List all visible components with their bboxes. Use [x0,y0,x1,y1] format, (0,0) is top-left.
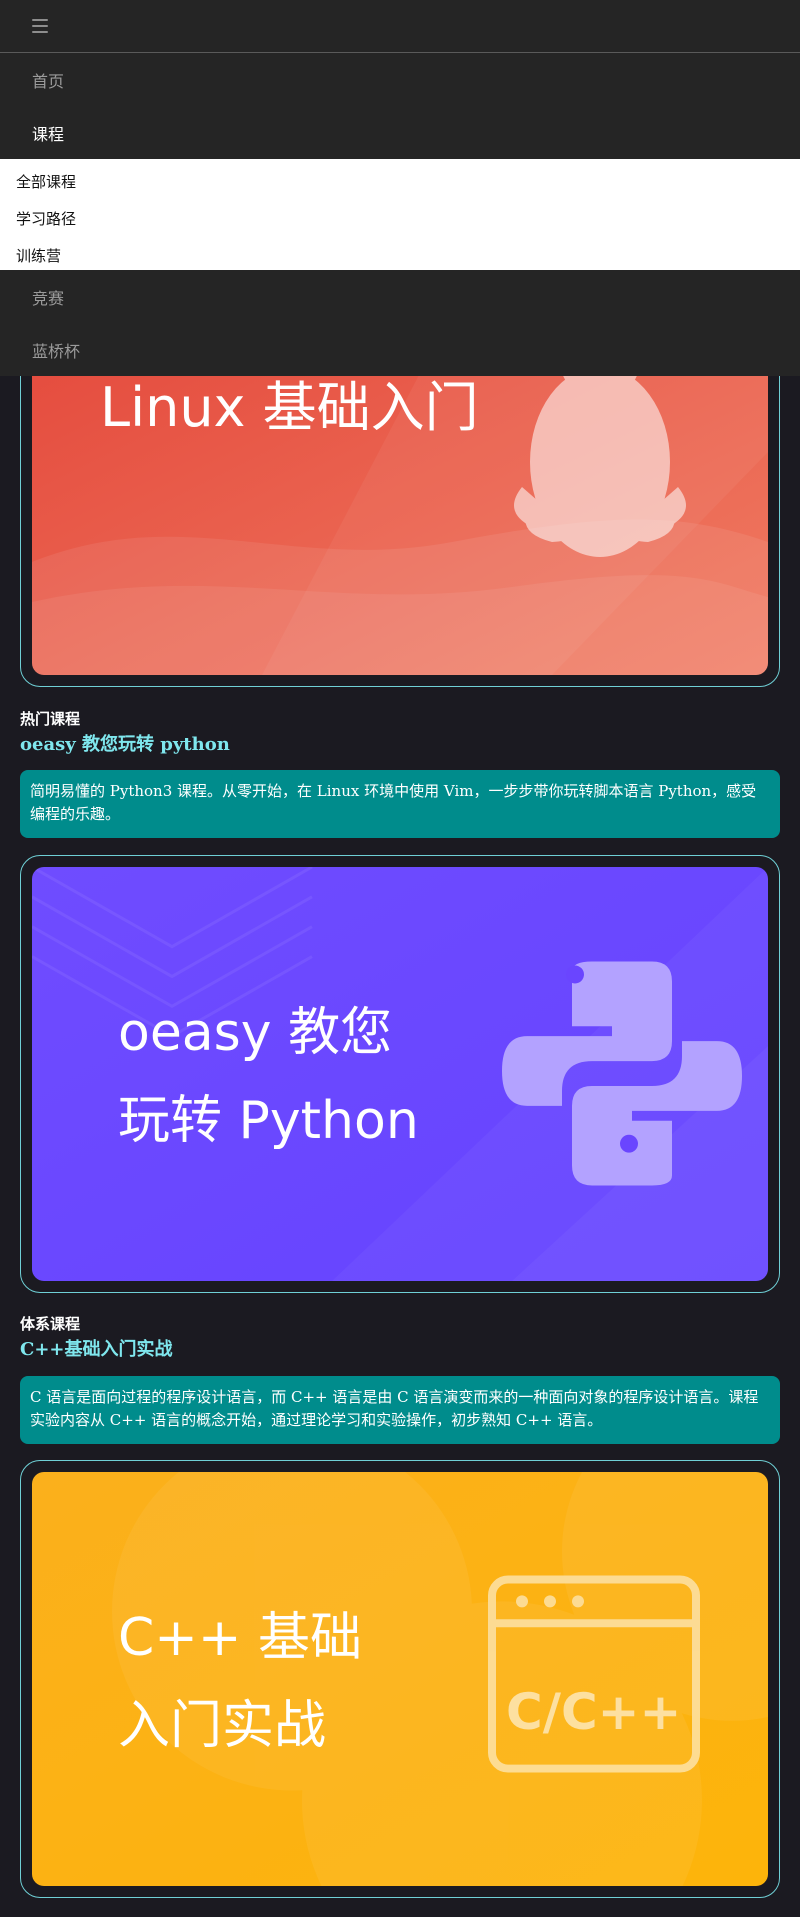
course-banner-cpp[interactable]: C++ 基础 入门实战 C/C++ [32,1472,768,1886]
course-banner-python[interactable]: oeasy 教您 玩转 Python [32,867,768,1281]
nav-item-competition[interactable]: 竞赛 [0,270,800,323]
dropdown-item-bootcamp[interactable]: 训练营 [0,237,800,274]
course-title-python[interactable]: oeasy 教您玩转 python [20,730,230,756]
cpp-icon-label: C/C++ [506,1683,682,1741]
navbar-top [0,0,800,53]
banner-title-cpp: C++ 基础 入门实战 [118,1608,362,1756]
nav-item-lanqiao-cup[interactable]: 蓝桥杯 [0,323,800,376]
dropdown-item-all-courses[interactable]: 全部课程 [0,163,800,200]
nav-item-courses[interactable]: 课程 [0,106,800,159]
course-description-python: 简明易懂的 Python3 课程。从零开始，在 Linux 环境中使用 Vim，… [20,770,780,838]
dropdown-item-learning-path[interactable]: 学习路径 [0,200,800,237]
section-tag-hot: 热门课程 [20,710,81,728]
courses-dropdown: 全部课程 学习路径 训练营 [0,159,800,270]
course-card-cpp[interactable]: C++ 基础 入门实战 C/C++ [20,1460,780,1898]
course-title-cpp[interactable]: C++基础入门实战 [20,1335,173,1361]
banner-title-linux: Linux 基础入门 [100,376,479,439]
banner-title-python: oeasy 教您 玩转 Python [118,1003,419,1151]
section-tag-system: 体系课程 [20,1315,81,1333]
course-description-cpp: C 语言是面向过程的程序设计语言，而 C++ 语言是由 C 语言演变而来的一种面… [20,1376,780,1444]
nav-item-home[interactable]: 首页 [0,53,800,106]
hamburger-menu-icon[interactable] [32,19,48,33]
navbar: 首页 课程 全部课程 学习路径 训练营 竞赛 蓝桥杯 [0,0,800,376]
course-card-python[interactable]: oeasy 教您 玩转 Python [20,855,780,1293]
